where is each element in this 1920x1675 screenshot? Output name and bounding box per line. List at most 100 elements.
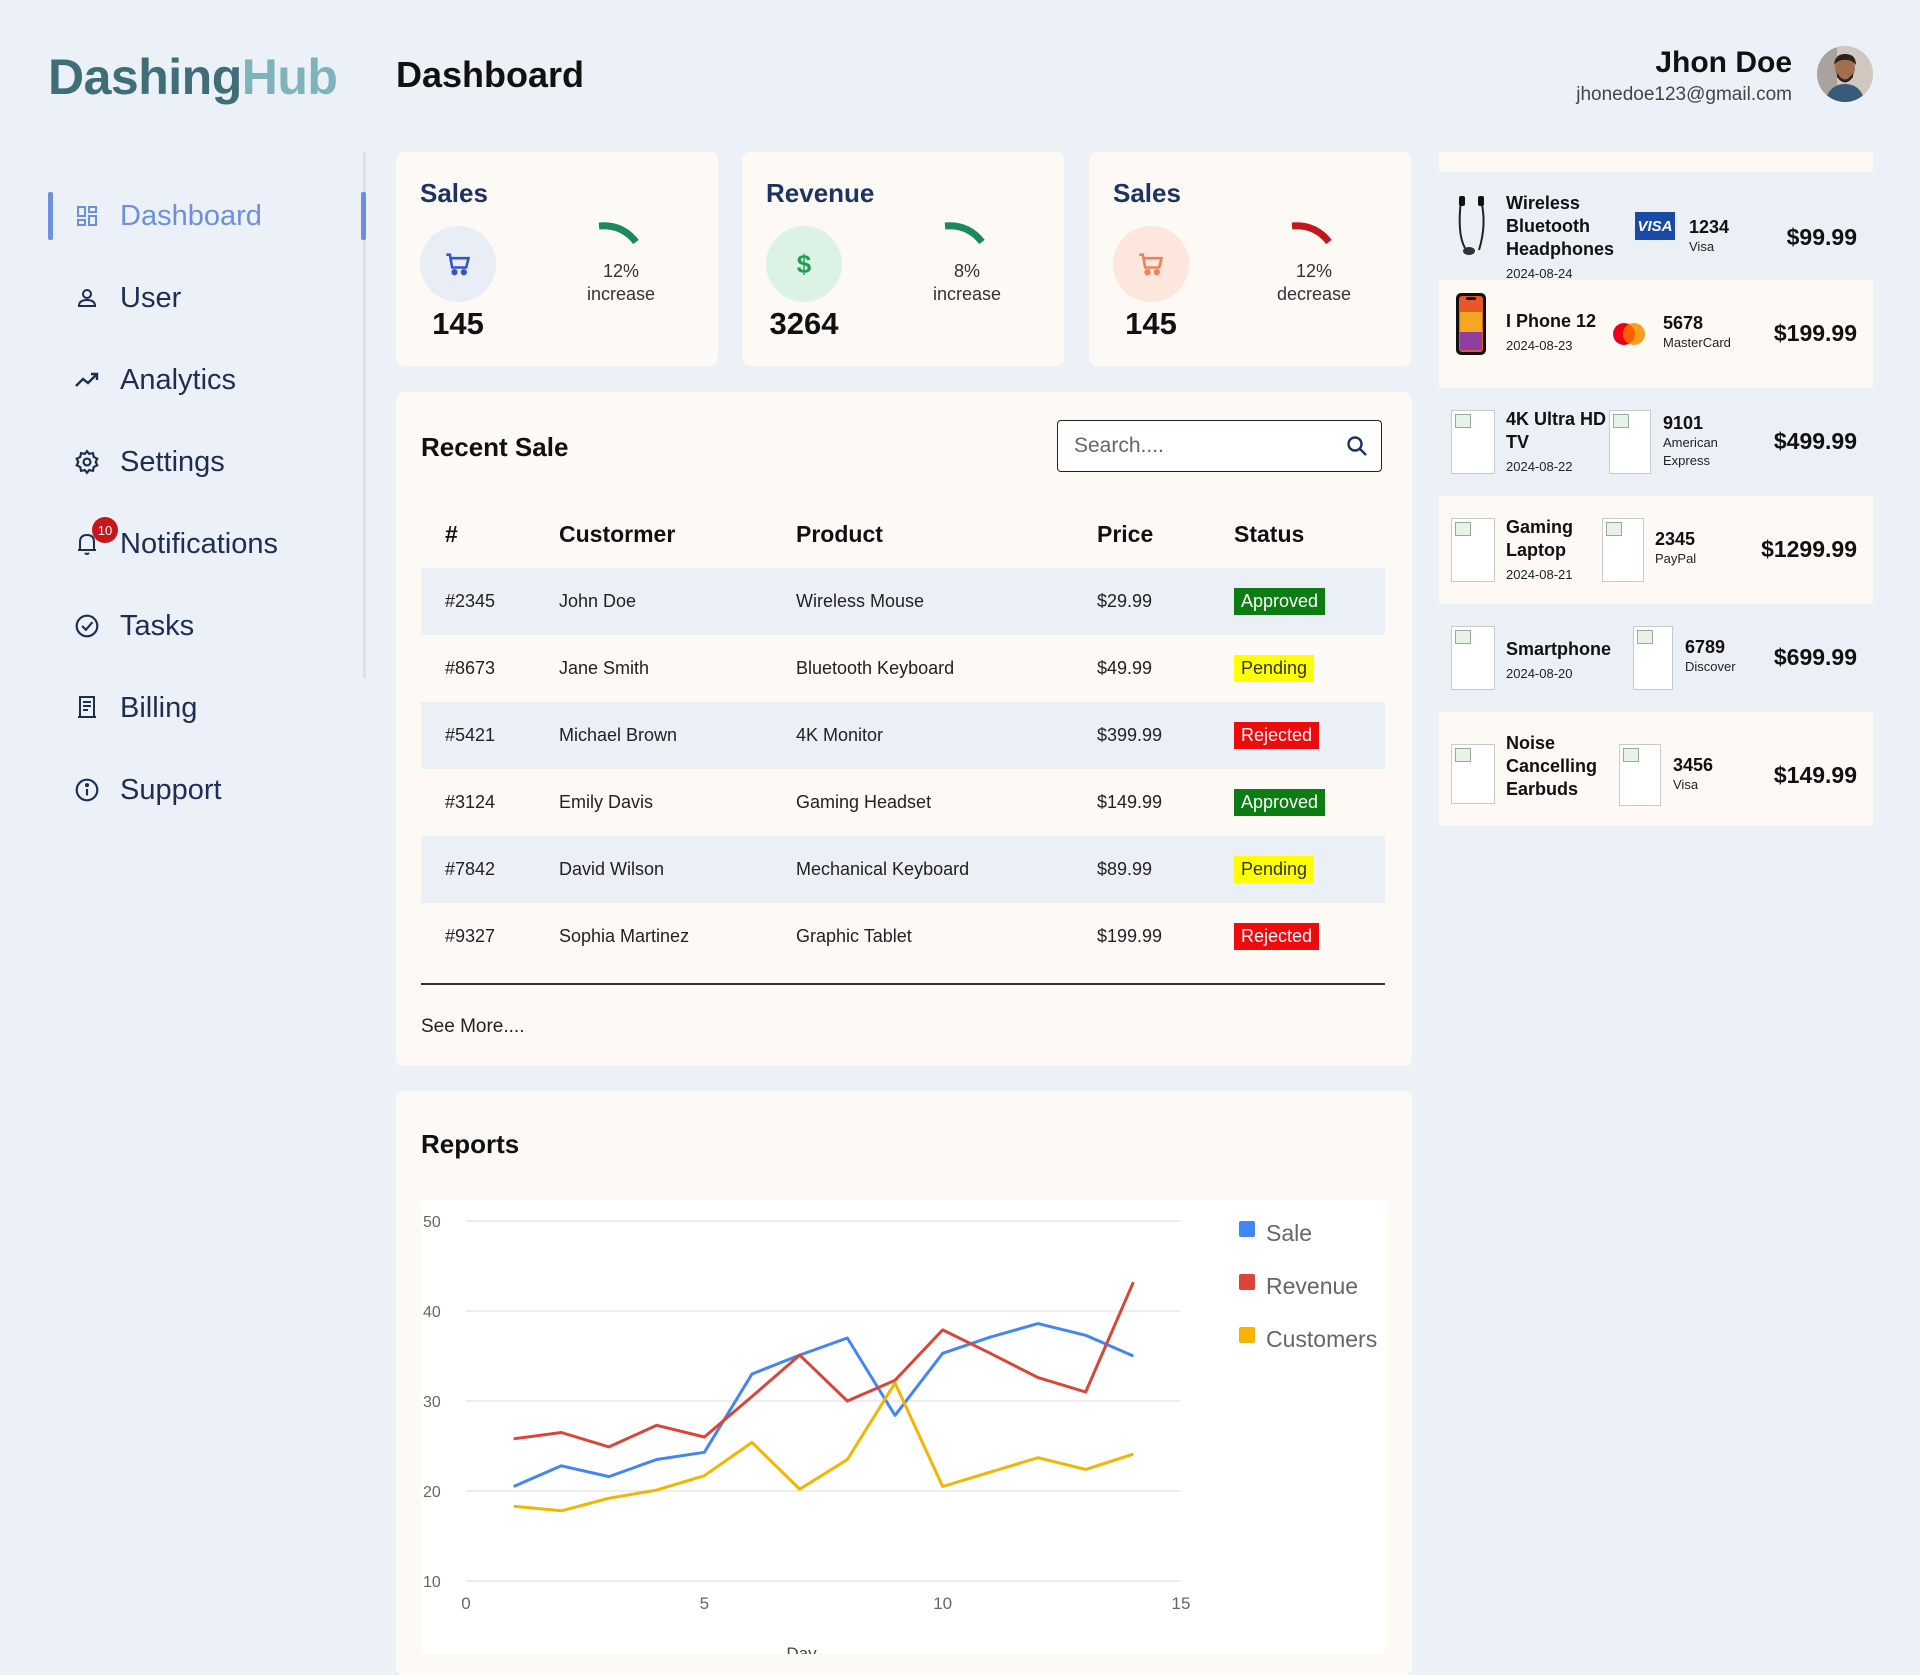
order-price: $99.99 bbox=[1786, 224, 1857, 250]
order-id: #5421 bbox=[421, 702, 559, 769]
sidebar-item-user[interactable]: User bbox=[48, 274, 366, 322]
user-info[interactable]: Jhon Doe jhonedoe123@gmail.com bbox=[1576, 46, 1792, 106]
product-name: Smartphone 2024-08-20 bbox=[1506, 638, 1636, 685]
product-name: 4K Monitor bbox=[796, 702, 1097, 769]
column-header[interactable]: # bbox=[421, 500, 559, 568]
legend-label: Sale bbox=[1266, 1220, 1312, 1246]
table-row[interactable]: #5421 Michael Brown 4K Monitor $399.99 R… bbox=[421, 702, 1385, 769]
card-number: 2345 bbox=[1655, 529, 1696, 549]
customer-name: Jane Smith bbox=[559, 635, 796, 702]
status-badge: Pending bbox=[1234, 655, 1315, 682]
broken-image-icon bbox=[1451, 518, 1495, 582]
visa-icon: VISA bbox=[1635, 212, 1675, 240]
sidebar-item-billing[interactable]: Billing bbox=[48, 684, 366, 732]
list-item[interactable]: 4K Ultra HD TV 2024-08-22 9101 American Ex… bbox=[1439, 388, 1873, 496]
x-tick-label: 15 bbox=[1172, 1594, 1191, 1613]
list-item[interactable]: Noise Cancelling Earbuds 3456 Visa $149.9… bbox=[1439, 712, 1873, 826]
sidebar-item-label: Tasks bbox=[120, 609, 195, 642]
card-info: 6789 Discover bbox=[1685, 636, 1736, 676]
table-row[interactable]: #3124 Emily Davis Gaming Headset $149.99… bbox=[421, 769, 1385, 836]
column-header[interactable]: Custormer bbox=[559, 500, 796, 568]
list-item[interactable]: Wireless Bluetooth Headphones 2024-08-24 … bbox=[1439, 172, 1873, 281]
status-badge: Approved bbox=[1234, 789, 1326, 816]
broken-image-icon bbox=[1451, 744, 1495, 804]
stat-title: Sales bbox=[420, 178, 488, 208]
recent-sale-panel: Recent Sale # Custormer Product Price St… bbox=[396, 392, 1412, 1066]
table-row[interactable]: #8673 Jane Smith Bluetooth Keyboard $49.… bbox=[421, 635, 1385, 702]
brand-part-1: Dashing bbox=[48, 49, 242, 105]
stat-card-sales[interactable]: Sales 145 12% increase bbox=[396, 152, 718, 366]
card-type: Visa bbox=[1673, 777, 1699, 792]
sidebar-item-analytics[interactable]: Analytics bbox=[48, 356, 366, 404]
customer-name: Sophia Martinez bbox=[559, 903, 796, 970]
product-name: 4K Ultra HD TV 2024-08-22 bbox=[1506, 408, 1621, 478]
gear-icon bbox=[72, 447, 102, 477]
sidebar-item-support[interactable]: Support bbox=[48, 766, 366, 814]
see-more-link[interactable]: See More.... bbox=[421, 1016, 525, 1038]
product-title: 4K Ultra HD TV bbox=[1506, 409, 1607, 452]
list-item[interactable]: I Phone 12 2024-08-23 5678 MasterCard $199… bbox=[1439, 280, 1873, 388]
table-row[interactable]: #9327 Sophia Martinez Graphic Tablet $19… bbox=[421, 903, 1385, 970]
receipt-icon bbox=[72, 693, 102, 723]
price: $149.99 bbox=[1097, 769, 1234, 836]
card-number: 3456 bbox=[1673, 755, 1714, 775]
column-header[interactable]: Status bbox=[1234, 500, 1385, 568]
list-item[interactable]: Gaming Laptop 2024-08-21 2345 PayPal $1299… bbox=[1439, 496, 1873, 604]
sidebar-item-settings[interactable]: Settings bbox=[48, 438, 366, 486]
sidebar-item-notifications[interactable]: 10 Notifications bbox=[48, 517, 366, 568]
table-divider bbox=[421, 983, 1385, 985]
brand-logo[interactable]: DashingHub bbox=[48, 48, 338, 106]
legend-label: Customers bbox=[1266, 1326, 1377, 1352]
order-id: #3124 bbox=[421, 769, 559, 836]
card-type: Discover bbox=[1685, 659, 1736, 674]
sidebar-item-label: Support bbox=[120, 773, 222, 806]
line-chart: 10 20 30 40 50 0 5 10 15 Day Sale Revenue Customers bbox=[423, 1214, 1377, 1663]
order-price: $199.99 bbox=[1773, 320, 1857, 346]
list-item[interactable]: Smartphone 2024-08-20 6789 Discover $699.9… bbox=[1439, 604, 1873, 712]
product-name: Bluetooth Keyboard bbox=[796, 635, 1097, 702]
order-id: #2345 bbox=[421, 568, 559, 635]
card-info: 2345 PayPal bbox=[1655, 528, 1696, 568]
order-price: $499.99 bbox=[1773, 428, 1857, 454]
avatar[interactable] bbox=[1817, 46, 1873, 102]
customer-name: David Wilson bbox=[559, 836, 796, 903]
card-type: Visa bbox=[1689, 239, 1715, 254]
search-icon[interactable] bbox=[1345, 434, 1369, 463]
series-line-revenue bbox=[513, 1281, 1135, 1449]
stat-card-revenue[interactable]: Revenue $ 3264 8% increase bbox=[742, 152, 1064, 366]
stat-trend: increase bbox=[586, 284, 656, 304]
legend-swatch bbox=[1239, 1221, 1255, 1237]
brand-part-2: Hub bbox=[241, 49, 338, 105]
cart-icon bbox=[1113, 226, 1189, 302]
order-price: $699.99 bbox=[1773, 644, 1857, 670]
column-header[interactable]: Price bbox=[1097, 500, 1234, 568]
stat-title: Sales bbox=[1113, 178, 1181, 208]
user-icon bbox=[72, 283, 102, 313]
user-email: jhonedoe123@gmail.com bbox=[1576, 84, 1792, 105]
price: $29.99 bbox=[1097, 568, 1234, 635]
sidebar-item-tasks[interactable]: Tasks bbox=[48, 602, 366, 650]
info-icon bbox=[72, 775, 102, 805]
sidebar: Dashboard User Analytics Settings 10 Not… bbox=[48, 152, 366, 806]
column-header[interactable]: Product bbox=[796, 500, 1097, 568]
search-input[interactable] bbox=[1074, 433, 1324, 459]
x-tick-label: 10 bbox=[933, 1594, 952, 1613]
product-name: I Phone 12 2024-08-23 bbox=[1506, 310, 1621, 357]
product-title: Noise Cancelling Earbuds bbox=[1506, 733, 1598, 799]
card-info: 9101 American Express bbox=[1663, 412, 1733, 470]
y-tick-label: 30 bbox=[423, 1394, 441, 1411]
stat-title: Revenue bbox=[766, 178, 875, 208]
stat-change: 12% decrease bbox=[1249, 260, 1379, 306]
status-badge: Rejected bbox=[1234, 923, 1320, 950]
product-name: Wireless Bluetooth Headphones 2024-08-24 bbox=[1506, 192, 1621, 285]
stat-card-sales-2[interactable]: Sales 145 12% decrease bbox=[1089, 152, 1411, 366]
sidebar-item-label: User bbox=[120, 281, 182, 314]
table-row[interactable]: #7842 David Wilson Mechanical Keyboard $… bbox=[421, 836, 1385, 903]
recent-sale-title: Recent Sale bbox=[421, 432, 569, 462]
product-name: Mechanical Keyboard bbox=[796, 836, 1097, 903]
price: $89.99 bbox=[1097, 836, 1234, 903]
table-row[interactable]: #2345 John Doe Wireless Mouse $29.99 App… bbox=[421, 568, 1385, 635]
search-box[interactable] bbox=[1057, 420, 1382, 472]
sidebar-item-dashboard[interactable]: Dashboard bbox=[48, 192, 366, 240]
customer-name: Michael Brown bbox=[559, 702, 796, 769]
